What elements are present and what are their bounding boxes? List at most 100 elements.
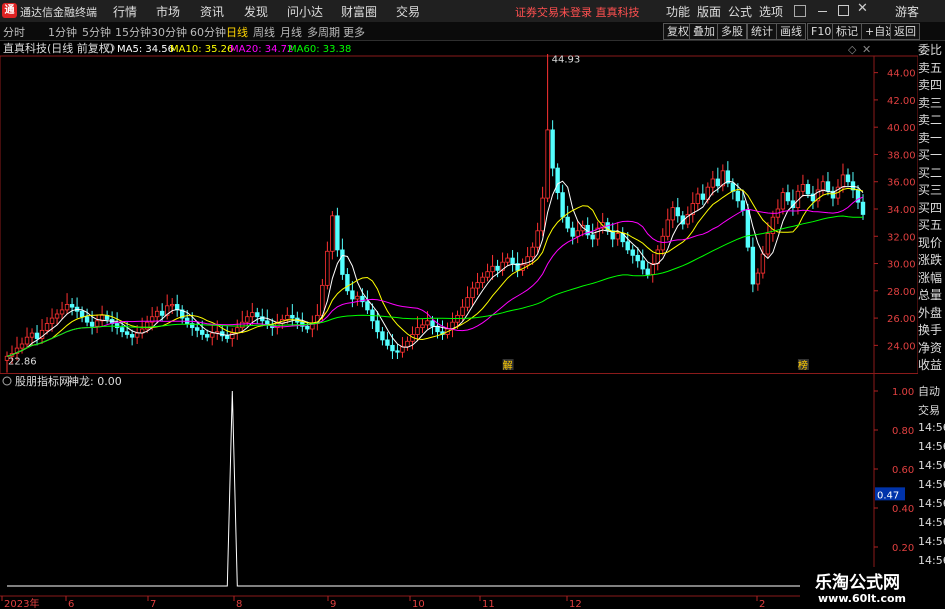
candlestick-chart[interactable]: 直真科技(日线 前复权) MA5: 34.56MA10: 35.26MA20: … <box>0 41 918 374</box>
maximize-icon[interactable] <box>838 5 849 16</box>
close-icon[interactable]: ✕ <box>857 1 868 16</box>
menu-discover[interactable]: 发现 <box>244 3 268 20</box>
menu-market-quotes[interactable]: 行情 <box>113 3 137 20</box>
candle-body <box>225 335 230 339</box>
chart-tool-button[interactable]: 多股 <box>717 23 747 40</box>
price-tick-label: 30.00 <box>887 260 916 271</box>
candle-body <box>325 250 330 286</box>
candle-body <box>415 327 420 335</box>
candle-body <box>800 184 806 192</box>
ma-legend-item: MA60: 33.38 <box>288 44 351 55</box>
candle-body <box>475 282 480 289</box>
candle-body <box>560 192 565 218</box>
minimize-icon[interactable] <box>818 11 827 12</box>
candle-body <box>255 312 260 318</box>
period-tab[interactable]: 多周期 <box>307 24 340 40</box>
candle-body <box>345 274 350 292</box>
price-tick-label: 32.00 <box>887 232 916 243</box>
chart-tool-button[interactable]: 统计 <box>747 23 777 40</box>
candle-body <box>154 310 160 318</box>
menu-functions[interactable]: 功能 <box>666 3 690 20</box>
login-status[interactable]: 证券交易未登录 直真科技 <box>515 4 640 20</box>
period-tab[interactable]: 5分钟 <box>82 24 111 40</box>
date-tick-label: 12 <box>569 599 582 609</box>
candle-body <box>59 309 65 315</box>
period-tab[interactable]: 60分钟 <box>190 24 226 40</box>
candle-body <box>210 332 215 338</box>
stock-title: 直真科技(日线 前复权) <box>3 41 114 55</box>
date-tick-label: 2023年 <box>4 597 39 609</box>
indicator-chart[interactable]: 股朋指标网 神龙: 0.00 1.000.800.600.400.200.47 … <box>0 374 918 609</box>
event-label: 榜 <box>798 359 808 372</box>
period-tab[interactable]: 30分钟 <box>151 24 187 40</box>
candle-body <box>780 192 786 210</box>
trade-time-label: 14:56 <box>918 478 945 491</box>
menu-wealth-circle[interactable]: 财富圈 <box>341 3 377 20</box>
ma-line <box>6 180 864 357</box>
chart-tool-button[interactable]: 叠加 <box>689 23 719 40</box>
candle-body <box>305 325 310 330</box>
quote-field-label: 买一 <box>918 148 943 162</box>
period-tab[interactable]: 更多 <box>343 24 365 40</box>
quote-field-label: 卖三 <box>918 95 943 110</box>
candle-body <box>745 209 751 248</box>
menu-layout[interactable]: 版面 <box>697 3 721 20</box>
candle-body <box>535 230 540 248</box>
quote-field-label: 卖四 <box>918 78 943 92</box>
period-tab[interactable]: 周线 <box>253 24 275 40</box>
price-tick-label: 36.00 <box>887 178 916 189</box>
candle-body <box>805 184 811 195</box>
period-tab[interactable]: 分时 <box>3 24 25 40</box>
period-tab[interactable]: 日线 <box>226 24 248 40</box>
quote-field-label: 涨跌 <box>918 253 943 267</box>
quote-field-label: 卖一 <box>918 130 943 145</box>
menu-news[interactable]: 资讯 <box>200 3 224 20</box>
candle-body <box>665 219 670 237</box>
guest-user[interactable]: 游客 <box>895 3 919 20</box>
period-tab[interactable]: 15分钟 <box>115 24 151 40</box>
candle-body <box>530 246 535 258</box>
period-tab[interactable]: 1分钟 <box>48 24 77 40</box>
quote-field-label: 委比 <box>918 43 943 57</box>
candle-body <box>710 178 716 188</box>
quote-field-label: 卖二 <box>918 113 943 127</box>
candle-body <box>430 320 435 327</box>
date-tick-label: 6 <box>68 599 74 609</box>
candle-body <box>655 249 660 264</box>
quote-field-label: 换手 <box>918 323 943 337</box>
low-price-label: 22.86 <box>8 356 37 367</box>
candle-body <box>365 301 370 311</box>
quote-field-label: 买四 <box>918 200 943 215</box>
period-tab[interactable]: 月线 <box>280 24 302 40</box>
price-tick-label: 38.00 <box>887 150 916 161</box>
candle-body <box>575 230 580 237</box>
trade-time-label: 14:56 <box>918 554 945 567</box>
candle-body <box>615 233 620 240</box>
candle-body <box>465 297 470 308</box>
date-tick-label: 7 <box>150 599 156 609</box>
chart-tool-button[interactable]: 标记 <box>832 23 862 40</box>
menu-market[interactable]: 市场 <box>156 3 180 20</box>
candle-body <box>630 249 635 256</box>
menu-options[interactable]: 选项 <box>759 3 783 20</box>
candle-body <box>114 323 120 329</box>
menu-ask-xiaoda[interactable]: 问小达 <box>287 3 323 20</box>
chart-tool-button[interactable]: 返回 <box>890 23 920 40</box>
trade-time-label: 14:56 <box>918 440 945 453</box>
indicator-tick-label: 0.40 <box>892 504 914 515</box>
menu-trade[interactable]: 交易 <box>396 3 420 20</box>
candle-body <box>285 314 290 320</box>
candle-body <box>395 350 400 353</box>
event-label: 解 <box>503 359 513 372</box>
date-axis: 2023年 6 7 8 9 10 11 12 2 <box>1 596 765 609</box>
candle-body <box>69 304 75 308</box>
date-tick-label: 8 <box>236 599 242 609</box>
skin-icon[interactable] <box>794 5 806 17</box>
candle-body <box>195 327 200 331</box>
candle-body <box>134 332 140 338</box>
candle-body <box>635 254 640 262</box>
chart-tool-button[interactable]: 画线 <box>776 23 806 40</box>
menu-formula[interactable]: 公式 <box>728 3 752 20</box>
candle-body <box>470 287 475 299</box>
diamond-icon: ◇ <box>848 43 857 56</box>
